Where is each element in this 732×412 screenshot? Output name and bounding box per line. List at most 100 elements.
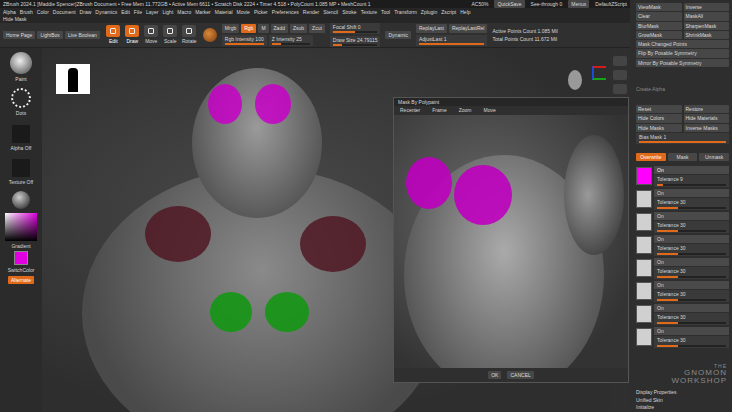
entry-on-toggle[interactable]: On bbox=[654, 166, 729, 174]
entry-on-toggle[interactable]: On bbox=[654, 327, 729, 335]
menu-item[interactable]: Help bbox=[460, 9, 470, 15]
z-mode-button[interactable]: Zsub bbox=[290, 24, 307, 32]
brush-icon[interactable] bbox=[203, 28, 217, 42]
tool-button[interactable]: Scale bbox=[162, 25, 179, 44]
menu-item[interactable]: Light bbox=[162, 9, 173, 15]
menu-item[interactable]: File bbox=[134, 9, 142, 15]
menu-item[interactable]: Movie bbox=[237, 9, 250, 15]
dialog-button[interactable]: CANCEL bbox=[507, 371, 533, 379]
mask-button[interactable]: BlurMask bbox=[636, 22, 682, 30]
polypaint-button[interactable]: Hide Materials bbox=[684, 114, 730, 122]
stroke-dots-icon[interactable] bbox=[11, 88, 31, 108]
dialog-preview[interactable] bbox=[394, 115, 628, 368]
color-swatch[interactable] bbox=[636, 190, 652, 208]
menu-item[interactable]: Tool bbox=[381, 9, 390, 15]
mode-tab[interactable]: Overwrite bbox=[636, 153, 666, 161]
replay-button[interactable]: ReplayLast bbox=[416, 24, 447, 32]
brush-thumb-icon[interactable] bbox=[10, 52, 32, 74]
replay-button[interactable]: ReplayLastRel bbox=[449, 24, 488, 32]
dynamic-button[interactable]: Dynamic bbox=[385, 31, 410, 39]
color-entry[interactable]: OnTolerance 30 bbox=[636, 211, 729, 233]
tool-button[interactable]: Draw bbox=[124, 25, 141, 44]
tolerance-slider[interactable]: Tolerance 30 bbox=[654, 336, 729, 347]
mode-tab[interactable]: Mask bbox=[668, 153, 698, 161]
menu-item[interactable]: Color bbox=[37, 9, 49, 15]
tolerance-slider[interactable]: Tolerance 30 bbox=[654, 244, 729, 255]
entry-on-toggle[interactable]: On bbox=[654, 189, 729, 197]
entry-on-toggle[interactable]: On bbox=[654, 235, 729, 243]
menu-item[interactable]: Render bbox=[303, 9, 319, 15]
menu-item[interactable]: Zplugin bbox=[421, 9, 437, 15]
mask-wide-button[interactable]: Mirror By Posable Symmetry bbox=[636, 59, 729, 67]
tool-button[interactable]: Move bbox=[143, 25, 160, 44]
mask-button[interactable]: SharpenMask bbox=[684, 22, 730, 30]
title-bar-item[interactable]: Menus bbox=[568, 0, 589, 8]
menu-item[interactable]: Alpha bbox=[3, 9, 16, 15]
nav-button[interactable]: Home Page bbox=[3, 31, 35, 39]
mask-wide-button[interactable]: Mask Changed Points bbox=[636, 40, 729, 48]
rgb-mode-button[interactable]: M bbox=[258, 24, 268, 32]
z-mode-button[interactable]: Zcut bbox=[309, 24, 325, 32]
tolerance-slider[interactable]: Tolerance 30 bbox=[654, 267, 729, 278]
menu-item[interactable]: Draw bbox=[80, 9, 92, 15]
menu-item[interactable]: Macro bbox=[177, 9, 191, 15]
dialog-tool[interactable]: Recenter bbox=[400, 107, 420, 113]
color-swatch[interactable] bbox=[636, 167, 652, 185]
shelf-button-icon[interactable] bbox=[613, 56, 627, 66]
axis-gizmo-icon[interactable] bbox=[592, 66, 606, 80]
adjust-slider[interactable]: AdjustLast 1 bbox=[416, 35, 488, 46]
hide-mask-item[interactable]: Hide Mask bbox=[3, 16, 27, 22]
tolerance-slider[interactable]: Tolerance 30 bbox=[654, 290, 729, 301]
tolerance-slider[interactable]: Tolerance 30 bbox=[654, 198, 729, 209]
color-swatch[interactable] bbox=[636, 259, 652, 277]
footer-item[interactable]: Display Properties bbox=[636, 389, 729, 395]
tool-button[interactable]: Edit bbox=[105, 25, 122, 44]
main-color-swatch[interactable] bbox=[14, 251, 28, 265]
create-alpha-button[interactable]: Create Alpha bbox=[636, 86, 729, 92]
menu-item[interactable]: Stroke bbox=[342, 9, 356, 15]
menu-item[interactable]: Stencil bbox=[323, 9, 338, 15]
mask-button[interactable]: Clear bbox=[636, 12, 682, 20]
bias-mask-slider[interactable]: Bias Mask 1 bbox=[636, 133, 729, 144]
color-entry[interactable]: OnTolerance 30 bbox=[636, 234, 729, 256]
color-swatch[interactable] bbox=[636, 213, 652, 231]
menu-item[interactable]: Transform bbox=[394, 9, 417, 15]
mask-button[interactable]: Inverse bbox=[684, 3, 730, 11]
color-entry[interactable]: OnTolerance 30 bbox=[636, 326, 729, 348]
polypaint-button[interactable]: Hide Masks bbox=[636, 124, 682, 132]
dialog-tool[interactable]: Move bbox=[484, 107, 496, 113]
rgb-mode-button[interactable]: Rgb bbox=[241, 24, 256, 32]
menu-item[interactable]: Dynamics bbox=[95, 9, 117, 15]
tolerance-slider[interactable]: Tolerance 9 bbox=[654, 175, 729, 186]
intensity-slider[interactable]: Z Intensity 25 bbox=[269, 35, 313, 46]
color-entry[interactable]: OnTolerance 9 bbox=[636, 165, 729, 187]
tolerance-slider[interactable]: Tolerance 30 bbox=[654, 313, 729, 324]
polypaint-button[interactable]: Inverse Masks bbox=[684, 124, 730, 132]
title-bar-item[interactable]: QuickSave bbox=[494, 0, 524, 8]
menu-item[interactable]: Edit bbox=[121, 9, 130, 15]
draw-slider[interactable]: Draw Size 24.79115 bbox=[330, 36, 381, 47]
entry-on-toggle[interactable]: On bbox=[654, 304, 729, 312]
alpha-thumb-icon[interactable] bbox=[12, 125, 30, 143]
polypaint-button[interactable]: Hide Colors bbox=[636, 114, 682, 122]
rgb-mode-button[interactable]: Mrgb bbox=[222, 24, 239, 32]
title-bar-item[interactable]: See-through 0 bbox=[531, 1, 563, 7]
color-swatch[interactable] bbox=[636, 328, 652, 346]
intensity-slider[interactable]: Rgb Intensity 100 bbox=[222, 35, 267, 46]
mask-button[interactable]: ShrinkMask bbox=[684, 31, 730, 39]
menu-item[interactable]: Layer bbox=[146, 9, 159, 15]
color-swatch[interactable] bbox=[636, 282, 652, 300]
mask-button[interactable]: MaskAll bbox=[684, 12, 730, 20]
z-mode-button[interactable]: Zadd bbox=[271, 24, 288, 32]
tolerance-slider[interactable]: Tolerance 30 bbox=[654, 221, 729, 232]
menu-item[interactable]: Picker bbox=[254, 9, 268, 15]
dialog-tool[interactable]: Zoom bbox=[459, 107, 472, 113]
menu-item[interactable]: Preferences bbox=[272, 9, 299, 15]
draw-slider[interactable]: Focal Shift 0 bbox=[330, 23, 381, 34]
menu-item[interactable]: Zscript bbox=[441, 9, 456, 15]
footer-item[interactable]: Unified Skin bbox=[636, 397, 729, 403]
nav-button[interactable]: LightBox bbox=[37, 31, 62, 39]
title-bar-item[interactable]: AC50% bbox=[471, 1, 488, 7]
menu-item[interactable]: Texture bbox=[361, 9, 377, 15]
color-swatch[interactable] bbox=[636, 236, 652, 254]
